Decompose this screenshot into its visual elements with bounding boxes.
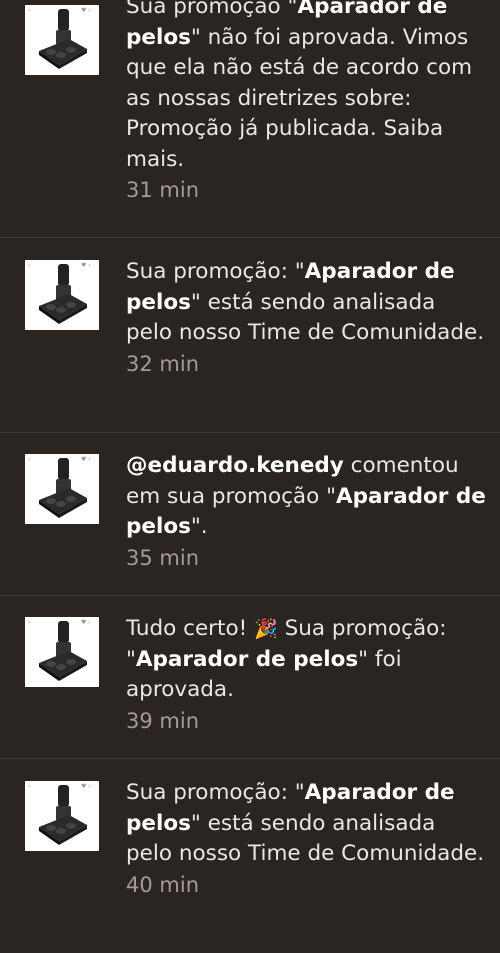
notification-text: Sua promoção "Aparador de pelos" não foi… <box>126 0 488 205</box>
product-thumbnail: ‹ ♥ ‹ <box>25 781 99 851</box>
svg-text:‹: ‹ <box>28 262 30 269</box>
notification-message: @eduardo.kenedy comentou em sua promoção… <box>126 453 486 539</box>
notification-time: 31 min <box>126 178 199 202</box>
notification-text: Sua promoção: "Aparador de pelos" está s… <box>126 778 488 900</box>
svg-text:‹: ‹ <box>28 783 30 790</box>
notification-time: 35 min <box>126 545 199 570</box>
notification-list: ‹ ♥ ‹ Sua promoção "Aparador de pelos" n… <box>0 0 500 953</box>
svg-text:♥ ‹: ♥ ‹ <box>81 456 91 463</box>
notification-time: 32 min <box>126 351 199 376</box>
promotion-title[interactable]: Aparador de pelos <box>136 647 358 672</box>
svg-text:♥ ‹: ♥ ‹ <box>81 783 91 790</box>
notification-item[interactable]: ‹ ♥ ‹ Sua promoção: "Aparador de pelos" … <box>0 238 500 433</box>
product-thumbnail: ‹ ♥ ‹ <box>25 5 99 75</box>
party-popper-icon: 🎉 <box>254 618 278 640</box>
svg-text:♥ ‹: ♥ ‹ <box>81 7 91 14</box>
notification-message: Tudo certo! 🎉 Sua promoção: "Aparador de… <box>126 616 447 702</box>
hair-trimmer-product-icon: ‹ ♥ ‹ <box>28 262 91 324</box>
hair-trimmer-product-icon: ‹ ♥ ‹ <box>28 7 91 69</box>
product-thumbnail: ‹ ♥ ‹ <box>25 454 99 524</box>
notification-message: Sua promoção: "Aparador de pelos" está s… <box>126 780 485 866</box>
svg-text:‹: ‹ <box>28 619 30 626</box>
hair-trimmer-product-icon: ‹ ♥ ‹ <box>28 783 91 845</box>
comment-author-link[interactable]: @eduardo.kenedy <box>126 453 344 478</box>
notification-item[interactable]: ‹ ♥ ‹ Tudo certo! 🎉 Sua promoção: "Apara… <box>0 596 500 759</box>
hair-trimmer-product-icon: ‹ ♥ ‹ <box>28 619 91 681</box>
notification-time: 39 min <box>126 708 199 733</box>
notification-item[interactable]: ‹ ♥ ‹ @eduardo.kenedy comentou em sua pr… <box>0 433 500 596</box>
product-thumbnail: ‹ ♥ ‹ <box>25 260 99 330</box>
notification-item[interactable]: ‹ ♥ ‹ Sua promoção: "Aparador de pelos" … <box>0 759 500 953</box>
notification-time: 40 min <box>126 872 199 897</box>
notification-text: Sua promoção: "Aparador de pelos" está s… <box>126 257 488 379</box>
notification-text: Tudo certo! 🎉 Sua promoção: "Aparador de… <box>126 614 488 736</box>
svg-text:‹: ‹ <box>28 456 30 463</box>
svg-text:♥ ‹: ♥ ‹ <box>81 262 91 269</box>
product-thumbnail: ‹ ♥ ‹ <box>25 617 99 687</box>
notification-message: Sua promoção: "Aparador de pelos" está s… <box>126 259 485 345</box>
svg-text:‹: ‹ <box>28 7 30 14</box>
notification-text: @eduardo.kenedy comentou em sua promoção… <box>126 451 488 573</box>
svg-text:♥ ‹: ♥ ‹ <box>81 619 91 626</box>
notification-message: Sua promoção "Aparador de pelos" não foi… <box>126 0 488 175</box>
notification-item[interactable]: ‹ ♥ ‹ Sua promoção "Aparador de pelos" n… <box>0 0 500 238</box>
hair-trimmer-product-icon: ‹ ♥ ‹ <box>28 456 91 518</box>
